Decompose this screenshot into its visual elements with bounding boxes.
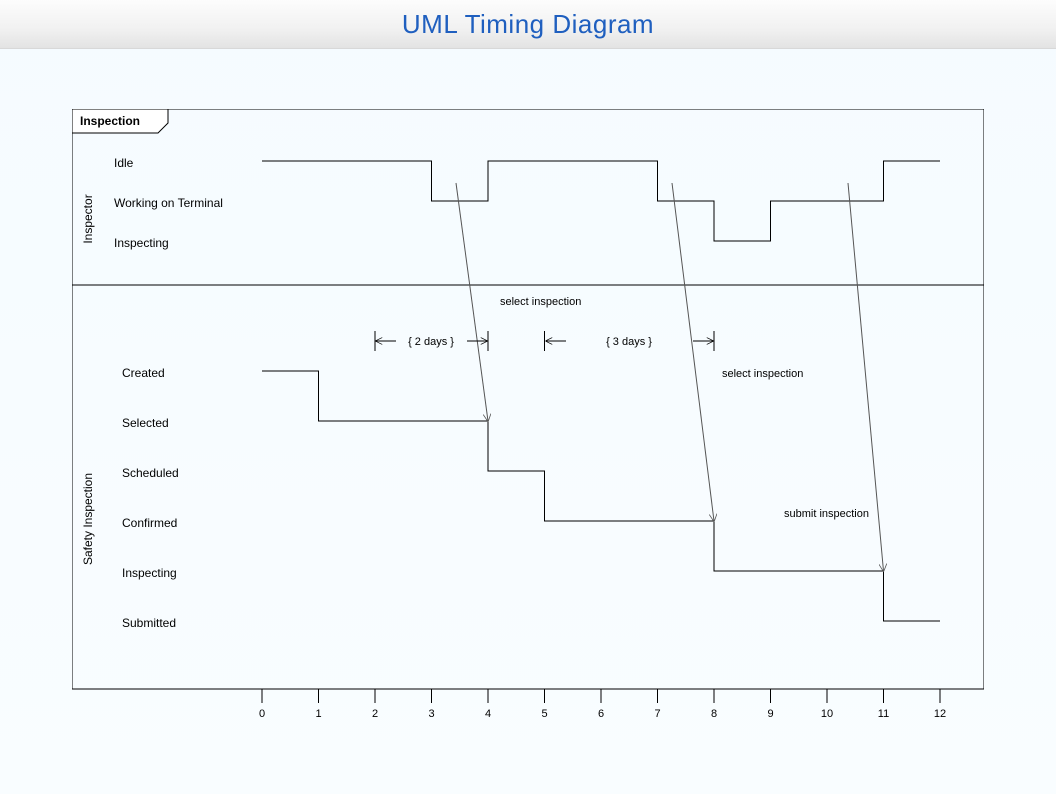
- tick-2: 2: [372, 708, 378, 720]
- page-header: UML Timing Diagram: [0, 0, 1056, 49]
- state-safety-submitted: Submitted: [122, 616, 176, 630]
- tick-3: 3: [428, 708, 434, 720]
- lifeline-safety-label: Safety Inspection: [81, 473, 95, 565]
- message-submit-label: submit inspection: [784, 508, 869, 520]
- state-safety-selected: Selected: [122, 416, 169, 430]
- tick-5: 5: [541, 708, 547, 720]
- message-select-1-label: select inspection: [500, 296, 581, 308]
- frame-name-label: Inspection: [80, 114, 140, 128]
- state-inspector-working: Working on Terminal: [114, 196, 223, 210]
- state-safety-created: Created: [122, 366, 165, 380]
- tick-9: 9: [767, 708, 773, 720]
- lifeline-inspector-label: Inspector: [81, 194, 95, 243]
- time-axis: 0 1 2 3 4 5 6 7 8 9 10 11 12: [259, 689, 946, 720]
- tick-7: 7: [654, 708, 660, 720]
- state-safety-inspecting: Inspecting: [122, 566, 177, 580]
- tick-8: 8: [711, 708, 717, 720]
- constraint-3days-label: { 3 days }: [606, 336, 652, 348]
- message-select-2: [672, 183, 714, 521]
- tick-10: 10: [821, 708, 833, 720]
- constraint-2days-label: { 2 days }: [408, 336, 454, 348]
- state-safety-confirmed: Confirmed: [122, 516, 177, 530]
- state-safety-scheduled: Scheduled: [122, 466, 179, 480]
- page-title: UML Timing Diagram: [402, 9, 654, 40]
- message-select-1: [456, 183, 488, 421]
- tick-0: 0: [259, 708, 265, 720]
- tick-1: 1: [315, 708, 321, 720]
- safety-timeline: [262, 371, 940, 621]
- tick-4: 4: [485, 708, 491, 720]
- diagram-canvas: Inspection Inspector Idle Working on Ter…: [72, 109, 984, 723]
- tick-12: 12: [934, 708, 946, 720]
- tick-6: 6: [598, 708, 604, 720]
- tick-11: 11: [878, 708, 889, 720]
- state-inspector-idle: Idle: [114, 156, 134, 170]
- state-inspector-inspecting: Inspecting: [114, 236, 169, 250]
- message-select-2-label: select inspection: [722, 368, 803, 380]
- inspector-timeline: [262, 161, 940, 241]
